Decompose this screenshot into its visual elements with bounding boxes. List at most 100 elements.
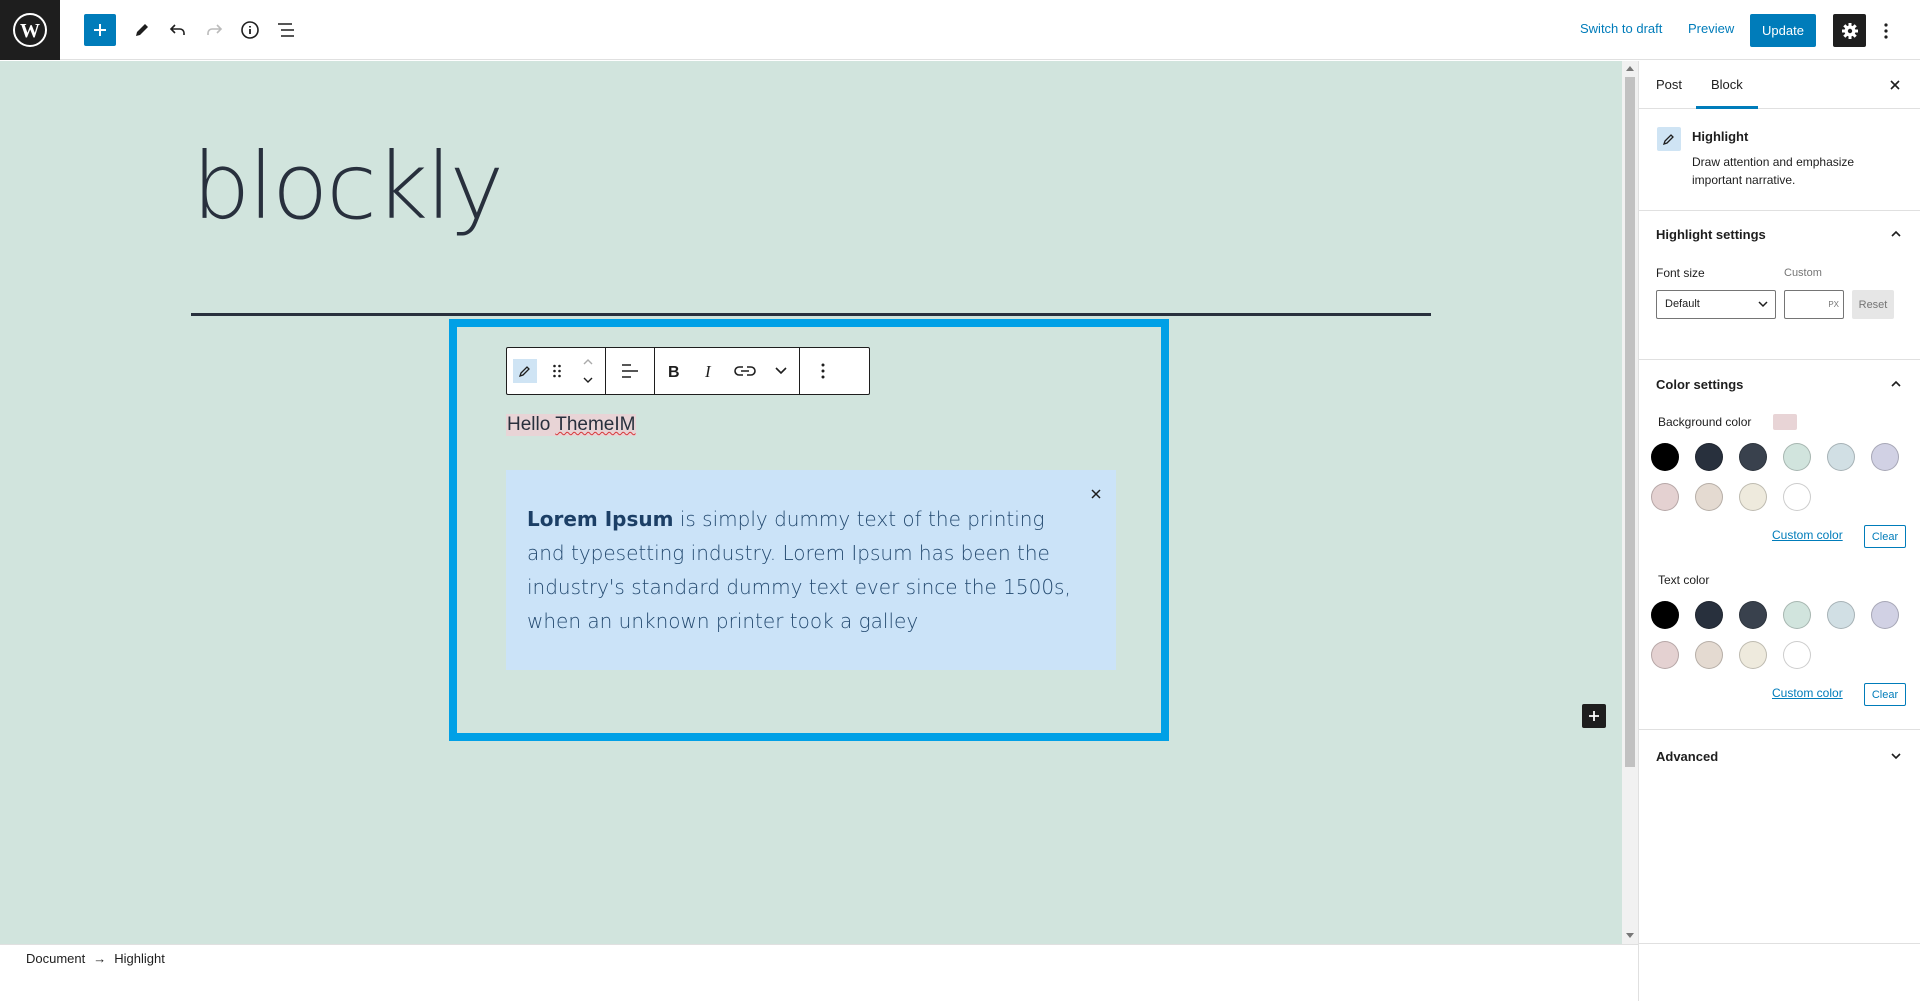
divider: [1639, 943, 1920, 944]
scroll-thumb[interactable]: [1625, 77, 1635, 767]
list-view-icon: [278, 23, 294, 37]
font-size-label: Font size: [1656, 266, 1705, 280]
background-color-swatch-10[interactable]: [1783, 483, 1811, 511]
list-view-button[interactable]: [270, 14, 302, 46]
highlight-text-word: ThemeIM: [555, 414, 636, 435]
text-color-swatch-3[interactable]: [1739, 601, 1767, 629]
scroll-down-arrow-icon[interactable]: [1626, 933, 1634, 938]
switch-to-draft-button[interactable]: Switch to draft: [1580, 21, 1662, 36]
highlight-settings-toggle[interactable]: [1886, 224, 1906, 244]
background-color-preview: [1773, 414, 1797, 430]
background-color-swatch-7[interactable]: [1651, 483, 1679, 511]
active-tab-indicator: [1696, 106, 1758, 109]
scroll-up-arrow-icon[interactable]: [1626, 66, 1634, 71]
font-size-select[interactable]: Default: [1656, 290, 1776, 319]
text-clear-button[interactable]: Clear: [1864, 683, 1906, 706]
custom-font-size-input[interactable]: PX: [1784, 290, 1844, 319]
details-button[interactable]: [234, 14, 266, 46]
pencil-icon: [136, 24, 148, 36]
text-color-swatch-10[interactable]: [1783, 641, 1811, 669]
background-clear-button[interactable]: Clear: [1864, 525, 1906, 548]
drag-handle-button[interactable]: [543, 348, 571, 394]
editor-canvas[interactable]: blockly B I Hello ThemeIM Lorem Ipsum is…: [0, 61, 1622, 944]
tab-post[interactable]: Post: [1656, 77, 1682, 92]
chevron-down-icon: [775, 367, 787, 375]
font-size-value: Default: [1665, 298, 1700, 310]
redo-button[interactable]: [198, 14, 230, 46]
text-color-swatch-5[interactable]: [1827, 601, 1855, 629]
background-color-swatch-1[interactable]: [1651, 443, 1679, 471]
close-icon: [1091, 489, 1101, 499]
drag-handle-icon: [553, 364, 561, 378]
link-icon: [734, 366, 756, 376]
block-inserter-button[interactable]: [1582, 704, 1606, 728]
text-color-swatch-4[interactable]: [1783, 601, 1811, 629]
block-type-button[interactable]: [507, 348, 543, 394]
notice-close-button[interactable]: [1086, 484, 1106, 504]
divider: [1639, 210, 1920, 211]
wordpress-logo-icon[interactable]: W: [0, 0, 60, 60]
text-color-swatch-7[interactable]: [1651, 641, 1679, 669]
chevron-up-icon: [1891, 380, 1901, 387]
background-color-swatch-9[interactable]: [1739, 483, 1767, 511]
text-custom-color-link[interactable]: Custom color: [1772, 686, 1843, 700]
text-color-swatch-6[interactable]: [1871, 601, 1899, 629]
undo-button[interactable]: [162, 14, 194, 46]
redo-icon: [207, 24, 223, 35]
tools-button[interactable]: [126, 14, 158, 46]
close-sidebar-button[interactable]: [1883, 73, 1907, 97]
background-color-swatch-3[interactable]: [1739, 443, 1767, 471]
background-color-swatch-4[interactable]: [1783, 443, 1811, 471]
canvas-scrollbar[interactable]: [1622, 61, 1638, 944]
background-color-swatch-2[interactable]: [1695, 443, 1723, 471]
separator-block[interactable]: [191, 313, 1431, 316]
italic-button[interactable]: I: [691, 348, 727, 394]
svg-text:W: W: [20, 20, 40, 42]
text-color-swatch-9[interactable]: [1739, 641, 1767, 669]
highlight-text[interactable]: Hello ThemeIM: [506, 414, 637, 436]
notice-bold: Lorem Ipsum: [527, 507, 674, 531]
background-custom-color-link[interactable]: Custom color: [1772, 528, 1843, 542]
color-settings-title[interactable]: Color settings: [1656, 377, 1743, 392]
chevron-down-icon: [1758, 301, 1768, 308]
block-toolbar: B I: [506, 347, 870, 395]
settings-sidebar: Post Block Highlight Draw attention and …: [1638, 61, 1920, 1001]
advanced-panel-toggle[interactable]: [1886, 746, 1906, 766]
sidebar-tabs: Post Block: [1639, 61, 1920, 109]
settings-button[interactable]: [1833, 14, 1866, 47]
editor-footer: Document → Highlight: [0, 944, 1638, 1001]
tab-block[interactable]: Block: [1711, 77, 1743, 92]
preview-button[interactable]: Preview: [1688, 21, 1734, 36]
post-title[interactable]: blockly: [192, 133, 504, 240]
custom-size-label: Custom: [1784, 267, 1822, 279]
bold-button[interactable]: B: [655, 348, 691, 394]
unit-label: PX: [1828, 300, 1839, 309]
background-color-swatch-5[interactable]: [1827, 443, 1855, 471]
color-settings-toggle[interactable]: [1886, 374, 1906, 394]
highlight-settings-title[interactable]: Highlight settings: [1656, 227, 1766, 242]
toolbar-group-align: [606, 348, 655, 394]
notice-text[interactable]: Lorem Ipsum is simply dummy text of the …: [527, 502, 1087, 638]
close-icon: [1890, 80, 1900, 90]
link-button[interactable]: [727, 348, 763, 394]
block-card-title: Highlight: [1692, 129, 1749, 144]
breadcrumb-highlight[interactable]: Highlight: [114, 951, 165, 966]
breadcrumb-document[interactable]: Document: [26, 951, 85, 966]
advanced-panel-title[interactable]: Advanced: [1656, 749, 1718, 764]
more-formats-button[interactable]: [763, 348, 799, 394]
notice-block[interactable]: Lorem Ipsum is simply dummy text of the …: [506, 470, 1116, 670]
background-color-swatch-8[interactable]: [1695, 483, 1723, 511]
update-button[interactable]: Update: [1750, 14, 1816, 47]
reset-font-size-button[interactable]: Reset: [1852, 290, 1894, 319]
chevron-up-icon: [1891, 230, 1901, 237]
align-button[interactable]: [606, 348, 654, 394]
text-color-swatch-2[interactable]: [1695, 601, 1723, 629]
options-menu-button[interactable]: [1876, 14, 1896, 47]
add-block-button[interactable]: [84, 14, 116, 46]
text-color-swatch-8[interactable]: [1695, 641, 1723, 669]
move-up-down-button[interactable]: [571, 348, 605, 394]
block-options-button[interactable]: [800, 348, 846, 394]
highlight-pencil-icon: [513, 359, 537, 383]
background-color-swatch-6[interactable]: [1871, 443, 1899, 471]
text-color-swatch-1[interactable]: [1651, 601, 1679, 629]
